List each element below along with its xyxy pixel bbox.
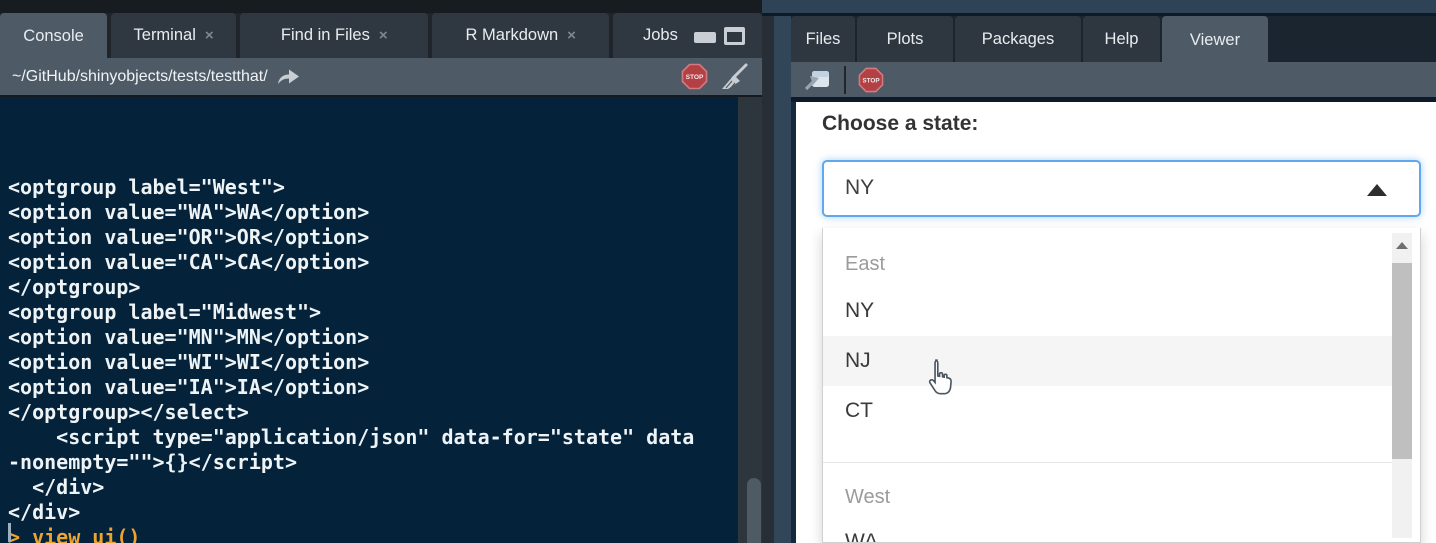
console-caret (8, 523, 11, 542)
stop-app-icon[interactable]: STOP (858, 67, 884, 93)
svg-text:STOP: STOP (686, 74, 704, 81)
console-output[interactable]: <optgroup label="West"><option value="WA… (0, 97, 738, 543)
console-scrollbar-track[interactable] (738, 97, 762, 543)
close-icon[interactable]: × (567, 27, 576, 44)
right-pane-tab[interactable]: Files (791, 16, 855, 62)
console-line: <script type="application/json" data-for… (8, 425, 738, 450)
scroll-up-arrow-icon (1396, 242, 1408, 249)
tab-label: Terminal (134, 26, 196, 45)
pane-divider-accent (774, 0, 791, 543)
console-line: <option value="IA">IA</option> (8, 375, 738, 400)
left-pane-tab[interactable]: Console (0, 13, 107, 60)
left-pane-tab[interactable]: Find in Files × (240, 13, 428, 58)
console-line: </div> (8, 475, 738, 500)
window-top-strip-left (0, 0, 762, 13)
state-dropdown: EastNYNJCT WestWA (822, 228, 1421, 543)
viewer-toolbar: STOP (791, 62, 1436, 97)
console-pane: Console Terminal × Find in Files × R Mar… (0, 0, 762, 543)
console-line: <option value="MN">MN</option> (8, 325, 738, 350)
optgroup-label: West (823, 477, 1392, 517)
maximize-pane-icon[interactable] (724, 27, 745, 45)
tab-label: Jobs (643, 26, 678, 45)
viewer-pane-tabbar: Files Plots Packages Help Viewer (791, 16, 1436, 62)
console-pane-tabbar: Console Terminal × Find in Files × R Mar… (0, 13, 762, 58)
right-pane-tab[interactable]: Plots (857, 16, 953, 62)
console-line: </div> (8, 500, 738, 525)
tab-label: Packages (982, 30, 1054, 49)
working-directory-path: ~/GitHub/shinyobjects/tests/testthat/ (12, 68, 268, 86)
open-in-new-window-icon[interactable] (802, 67, 832, 93)
toolbar-separator (844, 66, 846, 94)
console-line: <option value="OR">OR</option> (8, 225, 738, 250)
dropdown-scrollbar-thumb[interactable] (1392, 263, 1412, 459)
rstudio-window: Console Terminal × Find in Files × R Mar… (0, 0, 1436, 543)
optgroup-divider (823, 462, 1392, 463)
scroll-up-button[interactable] (1392, 233, 1412, 257)
state-select-control[interactable]: NY (822, 160, 1421, 217)
caret-up-icon (1367, 184, 1387, 196)
mouse-hand-cursor (924, 358, 954, 401)
tab-label: Plots (887, 30, 924, 49)
tab-label: Viewer (1190, 31, 1240, 50)
console-line: <option value="CA">CA</option> (8, 250, 738, 275)
right-pane-top-border (762, 13, 1436, 16)
interrupt-stop-icon[interactable]: STOP (681, 63, 708, 90)
pane-window-controls (694, 27, 745, 45)
console-line: <option value="WI">WI</option> (8, 350, 738, 375)
viewer-toolbar-border (791, 97, 1436, 102)
close-icon[interactable]: × (205, 27, 214, 44)
select-label: Choose a state: (822, 112, 978, 136)
tab-label: Files (806, 30, 841, 49)
console-line: <option value="WA">WA</option> (8, 200, 738, 225)
window-top-strip-right (762, 0, 1436, 13)
tab-label: Help (1105, 30, 1139, 49)
dropdown-option-wa[interactable]: WA (823, 517, 1392, 543)
dropdown-option-nj[interactable]: NJ (823, 336, 1392, 386)
tab-label: Find in Files (281, 26, 370, 45)
right-pane-tab[interactable]: Help (1083, 16, 1160, 62)
tab-label: Console (23, 27, 84, 46)
console-line: > view_ui() (8, 525, 738, 543)
viewer-content: Choose a state: NY EastNYNJCTWestWA (791, 102, 1436, 543)
console-line: -nonempty="">{}</script> (8, 450, 738, 475)
minimize-pane-icon[interactable] (694, 32, 716, 43)
console-toolbar: ~/GitHub/shinyobjects/tests/testthat/ ST… (0, 58, 762, 97)
clear-console-broom-icon[interactable] (718, 61, 750, 93)
svg-text:STOP: STOP (862, 77, 880, 84)
optgroup-label: East (823, 242, 1392, 286)
dropdown-option-ny[interactable]: NY (823, 286, 1392, 336)
selected-value: NY (845, 176, 874, 200)
goto-directory-arrow-icon[interactable] (276, 67, 302, 87)
dropdown-scrollbar[interactable] (1392, 233, 1412, 538)
tab-label: R Markdown (466, 26, 559, 45)
right-pane-tab[interactable]: Packages (955, 16, 1081, 62)
viewer-pane: Files Plots Packages Help Viewer (791, 0, 1436, 543)
console-line: <optgroup label="Midwest"> (8, 300, 738, 325)
right-pane-tab[interactable]: Viewer (1162, 16, 1268, 64)
left-pane-tab[interactable]: R Markdown × (432, 13, 609, 58)
console-line: </optgroup></select> (8, 400, 738, 425)
console-line: <optgroup label="West"> (8, 175, 738, 200)
console-line: </optgroup> (8, 275, 738, 300)
console-scrollbar-thumb[interactable] (747, 478, 761, 543)
left-pane-tab[interactable]: Terminal × (111, 13, 236, 58)
close-icon[interactable]: × (379, 27, 388, 44)
dropdown-option-ct[interactable]: CT (823, 386, 1392, 436)
pane-divider[interactable] (762, 0, 774, 543)
dropdown-options-list: EastNYNJCT WestWA (823, 242, 1392, 543)
